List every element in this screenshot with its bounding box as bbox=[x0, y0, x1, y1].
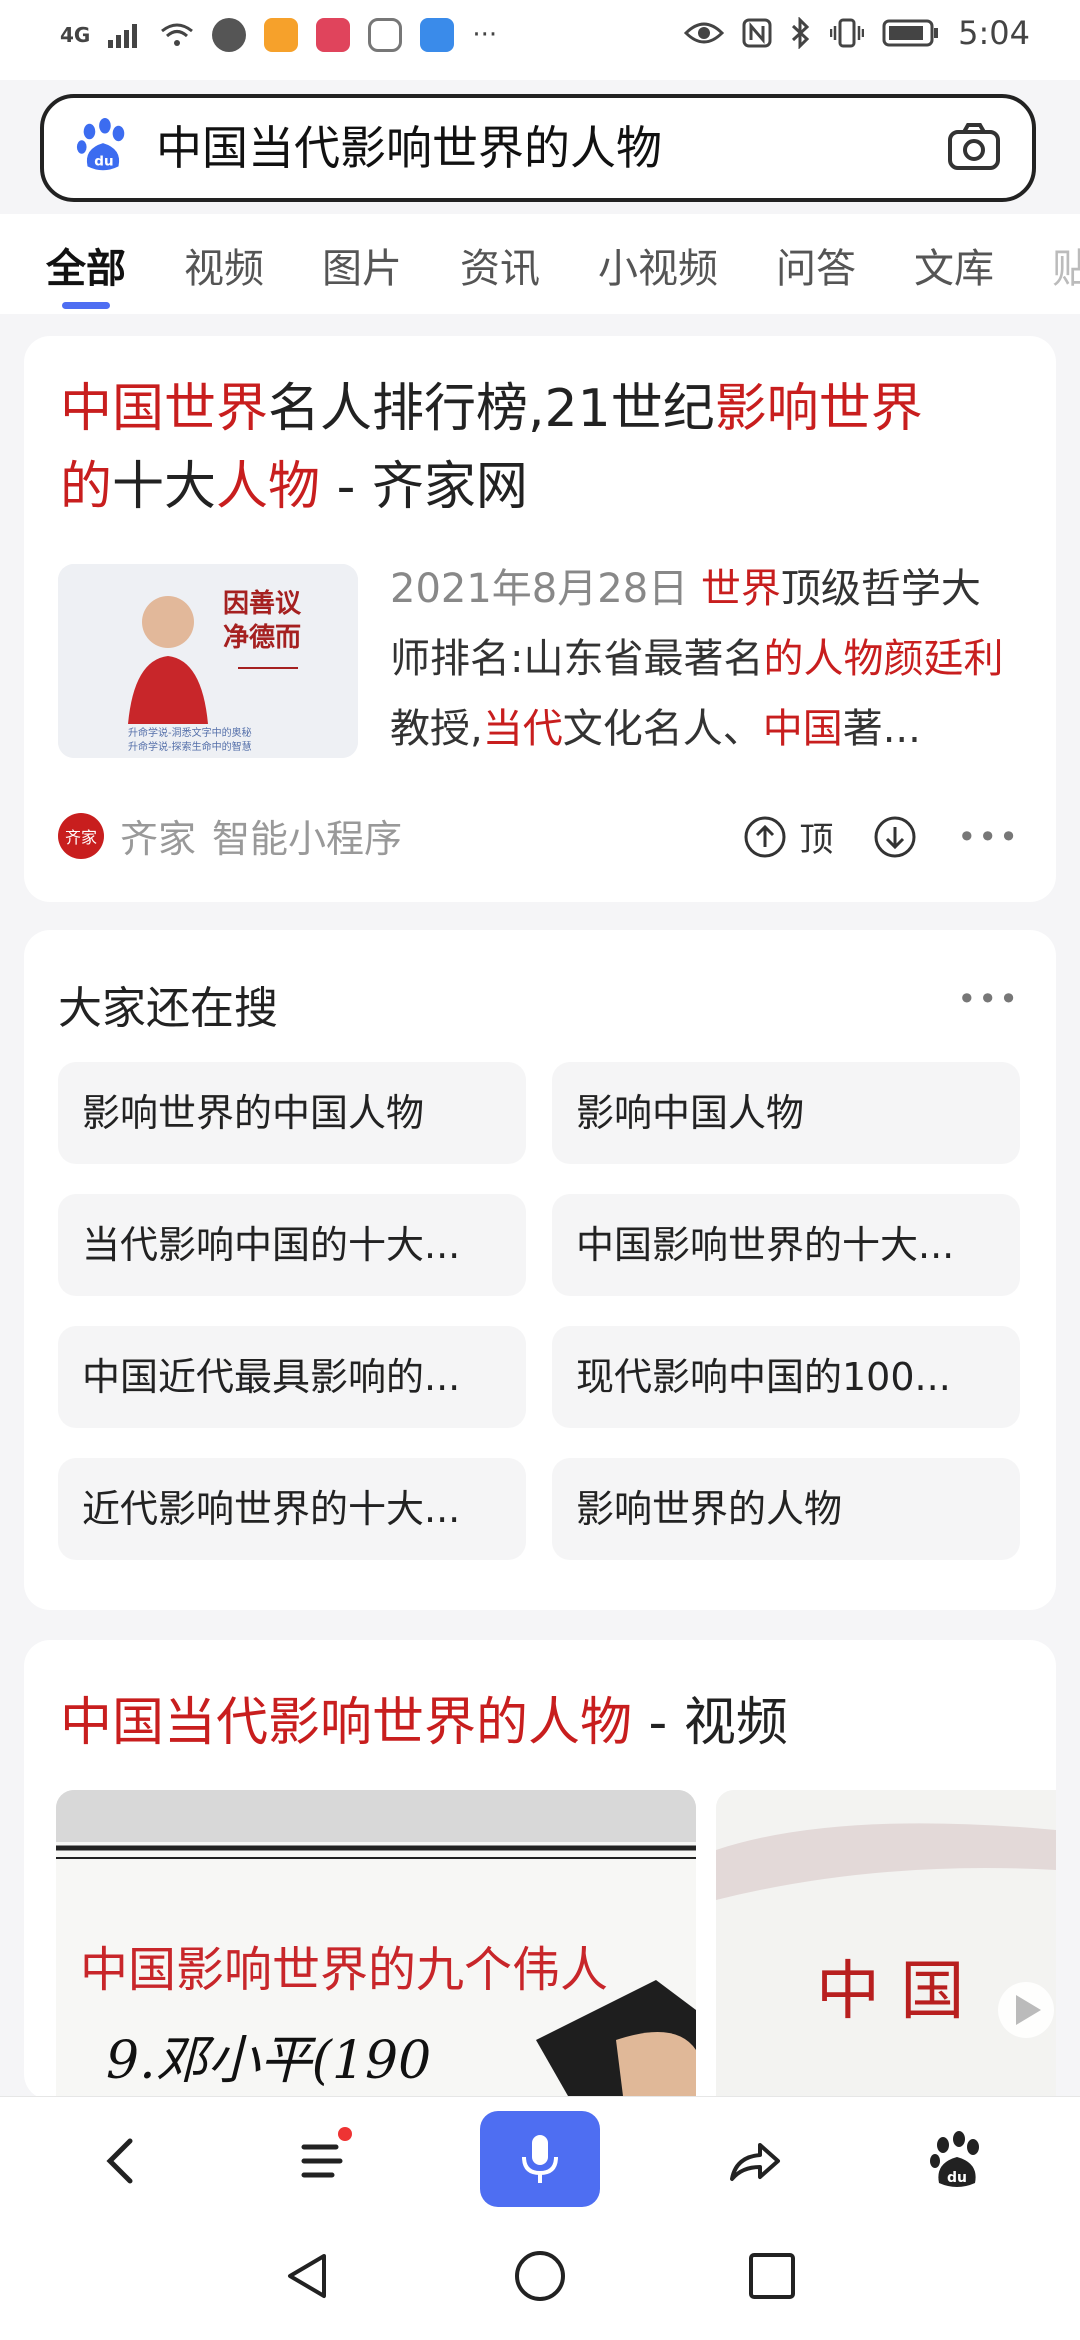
search-tabs: 全部 视频 图片 资讯 小视频 问答 文库 贴 bbox=[0, 214, 1080, 314]
result-title[interactable]: 中国世界名人排行榜,21世纪影响世界的十大人物 - 齐家网 bbox=[60, 370, 1020, 526]
status-right: 5:04 bbox=[684, 14, 1030, 52]
baidu-home-icon[interactable]: du bbox=[925, 2129, 989, 2193]
title-hl-3: 的 bbox=[60, 457, 113, 517]
related-search-chip[interactable]: 影响世界的人物 bbox=[552, 1458, 1020, 1560]
tab-library[interactable]: 文库 bbox=[914, 236, 994, 294]
wifi-icon bbox=[161, 23, 194, 46]
desc-text-2: 教授, bbox=[390, 706, 483, 752]
back-arrow-icon[interactable] bbox=[90, 2129, 154, 2193]
share-icon[interactable] bbox=[722, 2129, 786, 2193]
related-search-chip[interactable]: 近代影响世界的十大... bbox=[58, 1458, 526, 1560]
tab-all[interactable]: 全部 bbox=[46, 236, 126, 294]
arrow-up-circle-icon bbox=[744, 816, 786, 857]
tab-video[interactable]: 视频 bbox=[184, 236, 264, 294]
related-searches-title: 大家还在搜 bbox=[58, 983, 278, 1034]
baidu-paw-icon: du bbox=[76, 118, 125, 171]
source-type: 智能小程序 bbox=[212, 817, 403, 861]
video-app-icon bbox=[264, 18, 299, 52]
clock: 5:04 bbox=[958, 14, 1030, 52]
result-snippet: 2021年8月28日 世界顶级哲学大师排名:山东省最著名的人物颜廷利教授,当代文… bbox=[390, 554, 1020, 764]
desc-hl-3: 当代 bbox=[482, 706, 563, 752]
tab-short-video[interactable]: 小视频 bbox=[598, 236, 718, 294]
video-title-highlight: 中国当代影响世界的人物 bbox=[60, 1693, 633, 1753]
video-2-text: 中 国 bbox=[816, 1955, 965, 2029]
search-result-card[interactable]: 中国世界名人排行榜,21世纪影响世界 的十大人物 - 齐家网 因善议 净德而 升命… bbox=[24, 336, 1056, 902]
related-search-chip[interactable]: 现代影响中国的100... bbox=[552, 1326, 1020, 1428]
related-search-chip[interactable]: 中国近代最具影响的... bbox=[58, 1326, 526, 1428]
status-left: 4G ··· bbox=[60, 18, 497, 52]
active-tab-indicator bbox=[62, 302, 110, 309]
svg-text:净德而: 净德而 bbox=[223, 623, 301, 653]
reader-app-icon bbox=[316, 18, 351, 52]
title-text-2: 十大 bbox=[112, 457, 217, 517]
signal-icon bbox=[108, 24, 138, 48]
arrow-down-circle-icon[interactable] bbox=[873, 815, 917, 859]
search-input[interactable]: 中国当代影响世界的人物 bbox=[156, 118, 662, 178]
related-search-chip[interactable]: 影响中国人物 bbox=[552, 1062, 1020, 1164]
microphone-icon bbox=[522, 2135, 558, 2183]
related-search-chip[interactable]: 影响世界的中国人物 bbox=[58, 1062, 526, 1164]
result-source[interactable]: 齐家 齐家 智能小程序 bbox=[58, 808, 402, 863]
eye-icon bbox=[684, 22, 725, 44]
title-hl-4: 人物 bbox=[216, 457, 321, 517]
tab-qa[interactable]: 问答 bbox=[776, 236, 856, 294]
svg-text:du: du bbox=[94, 153, 113, 169]
cloud-app-icon bbox=[420, 18, 455, 52]
video-section-title[interactable]: 中国当代影响世界的人物 - 视频 bbox=[60, 1680, 788, 1755]
vibrate-icon bbox=[830, 18, 865, 48]
tab-images[interactable]: 图片 bbox=[322, 236, 402, 294]
title-text-1: 名人排行榜,21世纪 bbox=[268, 379, 715, 439]
desc-hl-1: 世界 bbox=[700, 566, 781, 612]
upvote-button[interactable]: 顶 bbox=[743, 812, 833, 861]
bluetooth-icon bbox=[792, 17, 810, 49]
related-more-icon[interactable]: ••• bbox=[957, 980, 1020, 1018]
related-search-chip[interactable]: 中国影响世界的十大... bbox=[552, 1194, 1020, 1296]
video-1-caption: 中国影响世界的九个伟人 bbox=[80, 1942, 609, 1998]
desc-text-4: 著... bbox=[842, 706, 921, 752]
battery-icon bbox=[882, 19, 939, 47]
svg-text:升命学说-探索生命中的智慧: 升命学说-探索生命中的智慧 bbox=[128, 740, 252, 753]
video-thumbnail-1[interactable]: 中国影响世界的九个伟人 9.邓小平(190 bbox=[56, 1790, 696, 2120]
system-back-icon[interactable] bbox=[280, 2248, 336, 2304]
status-bar: 4G ··· 5:04 bbox=[0, 0, 1080, 80]
system-recents-icon[interactable] bbox=[744, 2248, 800, 2304]
video-results-card: 中国当代影响世界的人物 - 视频 中国影响世界的九个伟人 9.邓小平(190 中… bbox=[24, 1640, 1056, 2120]
svg-text:因善议: 因善议 bbox=[223, 588, 302, 619]
notification-dot bbox=[338, 2127, 352, 2141]
title-hl-1: 中国世界 bbox=[60, 379, 269, 439]
bottom-toolbar: du bbox=[0, 2096, 1080, 2221]
hexagon-app-icon bbox=[368, 18, 403, 52]
voice-search-button[interactable] bbox=[480, 2111, 600, 2207]
svg-text:du: du bbox=[947, 2170, 967, 2186]
video-title-suffix: - 视频 bbox=[632, 1693, 788, 1753]
result-actions: 顶 ••• bbox=[743, 812, 1020, 861]
system-home-icon[interactable] bbox=[512, 2248, 568, 2304]
tab-more[interactable]: 贴 bbox=[1052, 236, 1080, 294]
nfc-icon bbox=[742, 18, 772, 48]
video-thumbnail-2[interactable]: 中 国 bbox=[716, 1790, 1056, 2120]
desc-text-3: 文化名人、 bbox=[562, 706, 763, 752]
related-search-chip[interactable]: 当代影响中国的十大... bbox=[58, 1194, 526, 1296]
svg-text:升命学说-洞悉文字中的奥秘: 升命学说-洞悉文字中的奥秘 bbox=[128, 726, 252, 739]
result-thumbnail[interactable]: 因善议 净德而 升命学说-洞悉文字中的奥秘 升命学说-探索生命中的智慧 bbox=[58, 564, 358, 758]
title-source: - 齐家网 bbox=[320, 457, 528, 517]
more-options-icon[interactable]: ••• bbox=[957, 818, 1020, 856]
search-bar[interactable]: du 中国当代影响世界的人物 bbox=[40, 94, 1036, 202]
upvote-label: 顶 bbox=[799, 820, 834, 860]
video-1-text: 9.邓小平(190 bbox=[106, 2031, 432, 2091]
desc-hl-4: 中国 bbox=[762, 706, 843, 752]
camera-icon[interactable] bbox=[946, 120, 1002, 176]
source-logo-icon: 齐家 bbox=[58, 812, 104, 859]
result-date: 2021年8月28日 bbox=[390, 566, 689, 612]
source-name: 齐家 bbox=[120, 817, 197, 861]
tab-news[interactable]: 资讯 bbox=[460, 236, 540, 294]
related-searches-card: 大家还在搜 ••• 影响世界的中国人物 影响中国人物 当代影响中国的十大... … bbox=[24, 930, 1056, 1610]
app-notification-icon bbox=[212, 18, 247, 52]
network-indicator: 4G bbox=[60, 23, 91, 47]
system-navigation-bar bbox=[0, 2220, 1080, 2340]
more-notifications: ··· bbox=[472, 20, 498, 50]
desc-hl-2: 的人物颜廷利 bbox=[763, 636, 1004, 682]
title-hl-2: 影响世界 bbox=[714, 379, 923, 439]
